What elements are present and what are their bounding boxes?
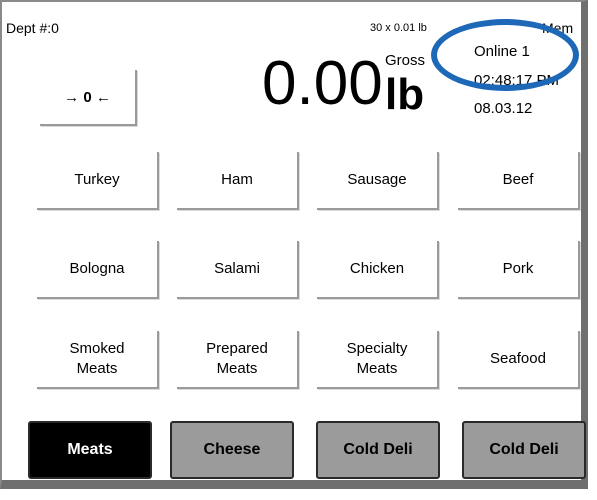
key-pork[interactable]: Pork <box>458 241 580 299</box>
tab-label: Cold Deli <box>343 441 413 458</box>
key-label-line1: Prepared <box>206 340 268 357</box>
key-label: Turkey <box>74 171 120 188</box>
key-prepared-meats[interactable]: Prepared Meats <box>177 331 299 389</box>
key-beef[interactable]: Beef <box>458 152 580 210</box>
key-seafood[interactable]: Seafood <box>458 331 580 389</box>
key-label-line1: Smoked <box>69 340 125 357</box>
capacity-label: 30 x 0.01 lb <box>370 22 427 34</box>
key-label-line2: Meats <box>216 360 258 377</box>
tab-label: Cheese <box>203 441 261 458</box>
department-label: Dept #:0 <box>6 20 59 36</box>
zero-button[interactable]: → 0 ← <box>40 70 137 126</box>
key-label: Ham <box>221 171 253 188</box>
key-label-line1: Specialty <box>346 340 408 357</box>
tab-cold-deli[interactable]: Cold Deli <box>316 421 440 479</box>
key-sausage[interactable]: Sausage <box>317 152 439 210</box>
key-label: Chicken <box>349 260 405 277</box>
key-label: Pork <box>502 260 534 277</box>
gross-label: Gross <box>385 52 426 69</box>
key-label-line2: Meats <box>76 360 118 377</box>
key-bologna[interactable]: Bologna <box>37 241 159 299</box>
date-display: 08.03.12 <box>474 100 533 117</box>
tab-label: Meats <box>67 441 113 458</box>
tab-meats[interactable]: Meats <box>28 421 152 479</box>
key-salami[interactable]: Salami <box>177 241 299 299</box>
key-turkey[interactable]: Turkey <box>37 152 159 210</box>
unit-label: lb <box>385 70 425 119</box>
weight-display: 0.00 <box>262 49 383 118</box>
highlight-circle-annotation <box>431 19 579 91</box>
tab-cheese[interactable]: Cheese <box>170 421 294 479</box>
key-label: Salami <box>214 260 260 277</box>
key-specialty-meats[interactable]: Specialty Meats <box>317 331 439 389</box>
key-chicken[interactable]: Chicken <box>317 241 439 299</box>
key-label: Seafood <box>490 350 546 367</box>
tab-label: Cold Deli <box>489 441 559 458</box>
zero-button-label: → 0 ← <box>64 88 111 106</box>
key-ham[interactable]: Ham <box>177 152 299 210</box>
key-smoked-meats[interactable]: Smoked Meats <box>37 331 159 389</box>
key-label-line2: Meats <box>356 360 398 377</box>
key-label: Bologna <box>69 260 125 277</box>
key-label: Beef <box>502 171 534 188</box>
key-label: Sausage <box>347 171 407 188</box>
tab-cold-deli-2[interactable]: Cold Deli <box>462 421 586 479</box>
